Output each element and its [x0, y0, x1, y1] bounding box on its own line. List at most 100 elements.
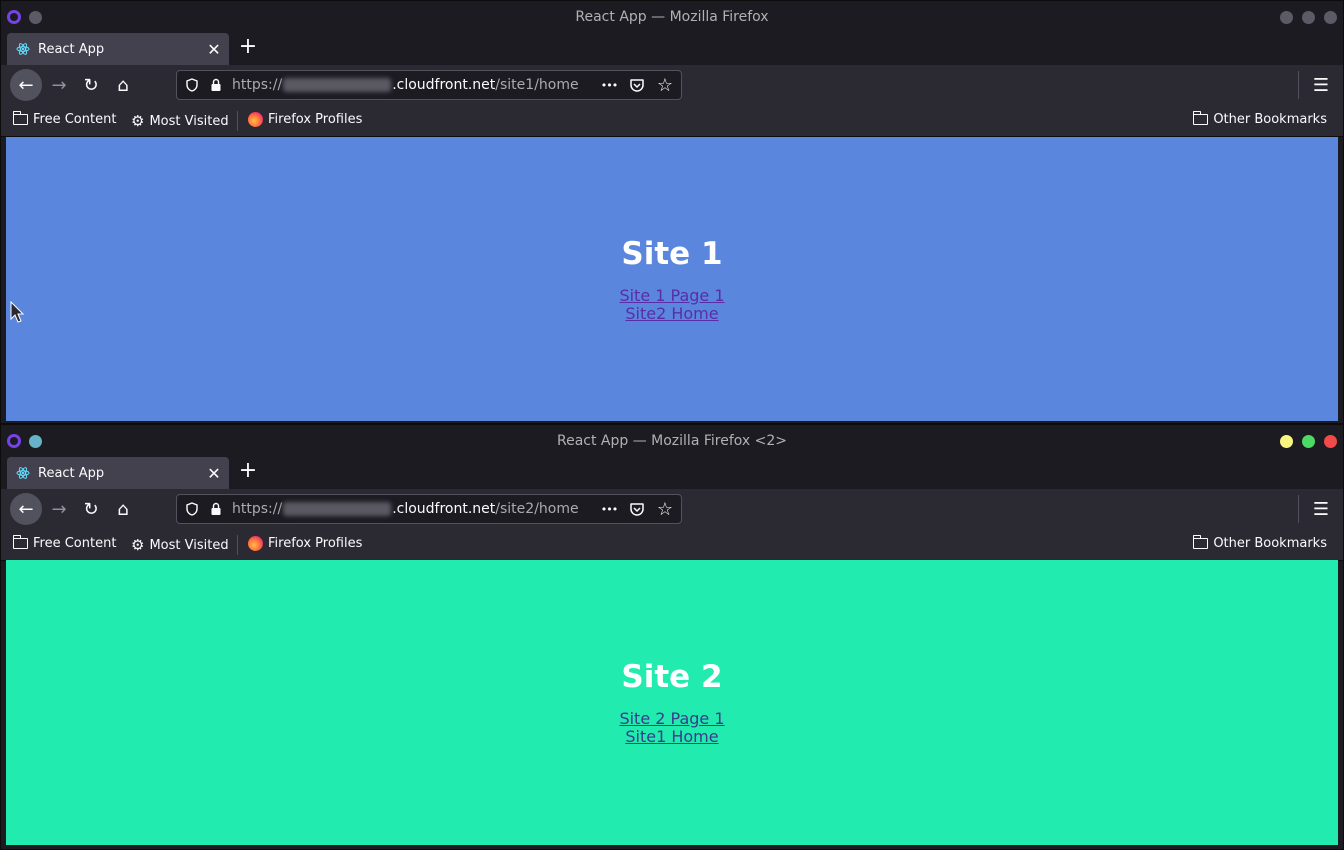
- reload-icon: ↻: [83, 498, 99, 520]
- more-icon[interactable]: •••: [599, 498, 619, 520]
- bookmark-label: Free Content: [33, 112, 117, 127]
- toolbar-separator: [1298, 495, 1299, 523]
- bookmark-label: Other Bookmarks: [1213, 112, 1327, 127]
- tab-title: React App: [38, 465, 105, 481]
- toolbar-separator: [1298, 71, 1299, 99]
- link-site2-page1[interactable]: Site 2 Page 1: [619, 710, 724, 728]
- maximize-button[interactable]: [1302, 11, 1315, 24]
- home-icon: ⌂: [117, 74, 129, 96]
- firefox-logo-icon: [248, 536, 263, 551]
- bookmark-free-content[interactable]: Free Content: [12, 535, 117, 551]
- window-titlebar[interactable]: React App — Mozilla Firefox: [1, 1, 1343, 33]
- page-heading: Site 2: [621, 659, 723, 695]
- url-host: .cloudfront.net: [392, 77, 496, 93]
- bookmark-label: Most Visited: [149, 113, 229, 129]
- pocket-icon[interactable]: [627, 498, 647, 520]
- tab-strip: React App ✕ +: [1, 457, 1343, 489]
- navigation-toolbar: ← → ↻ ⌂ https:// .cloudfront.net /site2/…: [1, 489, 1343, 529]
- folder-icon: [12, 535, 28, 549]
- minimize-button[interactable]: [1280, 11, 1293, 24]
- more-icon[interactable]: •••: [599, 74, 619, 96]
- lock-icon[interactable]: [206, 75, 226, 95]
- close-window-button[interactable]: [1324, 435, 1337, 448]
- back-button[interactable]: ←: [10, 493, 42, 525]
- navigation-toolbar: ← → ↻ ⌂ https:// .cloudfront.net /site1/…: [1, 65, 1343, 105]
- home-button[interactable]: ⌂: [107, 493, 139, 525]
- tab-react-app[interactable]: React App ✕: [7, 457, 229, 489]
- arrow-right-icon: →: [51, 74, 67, 96]
- reload-button[interactable]: ↻: [75, 69, 107, 101]
- bookmarks-toolbar: Free Content ⚙ Most Visited Firefox Prof…: [1, 529, 1343, 561]
- bookmark-label: Most Visited: [149, 537, 229, 553]
- window-titlebar[interactable]: React App — Mozilla Firefox <2>: [1, 425, 1343, 457]
- tab-react-app[interactable]: React App ✕: [7, 33, 229, 65]
- url-text: https:// .cloudfront.net /site1/home: [232, 77, 579, 93]
- mouse-cursor-icon: [10, 301, 25, 323]
- new-tab-button[interactable]: +: [237, 460, 259, 484]
- bookmark-other-bookmarks[interactable]: Other Bookmarks: [1192, 535, 1327, 551]
- bookmark-label: Free Content: [33, 536, 117, 551]
- bookmark-separator: [237, 535, 238, 555]
- hamburger-menu-icon[interactable]: ☰: [1307, 69, 1335, 101]
- bookmark-other-bookmarks[interactable]: Other Bookmarks: [1192, 111, 1327, 127]
- url-scheme: https://: [232, 501, 283, 517]
- link-site1-page1[interactable]: Site 1 Page 1: [619, 286, 724, 305]
- window-title: React App — Mozilla Firefox: [575, 9, 769, 25]
- tab-title: React App: [38, 41, 105, 57]
- url-bar[interactable]: https:// .cloudfront.net /site2/home •••…: [176, 494, 682, 524]
- arrow-right-icon: →: [51, 498, 67, 520]
- bookmark-most-visited[interactable]: ⚙ Most Visited: [131, 536, 229, 554]
- bookmark-label: Firefox Profiles: [268, 112, 363, 127]
- gear-icon: ⚙: [131, 112, 145, 130]
- tab-strip: React App ✕ +: [1, 33, 1343, 65]
- link-site2-home[interactable]: Site2 Home: [625, 304, 718, 323]
- react-icon: [16, 466, 30, 480]
- folder-icon: [1192, 535, 1209, 549]
- bookmark-firefox-profiles[interactable]: Firefox Profiles: [248, 112, 362, 127]
- bookmark-free-content[interactable]: Free Content: [12, 111, 117, 127]
- page-content: Site 2 Site 2 Page 1 Site1 Home: [6, 560, 1338, 845]
- redacted-subdomain: [283, 502, 392, 516]
- forward-button[interactable]: →: [43, 493, 75, 525]
- arrow-left-icon: ←: [18, 74, 34, 96]
- react-icon: [16, 42, 30, 56]
- star-icon[interactable]: ☆: [655, 498, 675, 520]
- tracking-shield-icon[interactable]: [182, 75, 202, 95]
- bookmark-separator: [237, 111, 238, 131]
- firefox-window-site2: React App — Mozilla Firefox <2> React Ap…: [0, 424, 1344, 850]
- bookmark-firefox-profiles[interactable]: Firefox Profiles: [248, 536, 362, 551]
- hamburger-menu-icon[interactable]: ☰: [1307, 493, 1335, 525]
- lock-icon[interactable]: [206, 499, 226, 519]
- close-tab-icon[interactable]: ✕: [203, 40, 225, 59]
- new-tab-button[interactable]: +: [237, 36, 259, 60]
- close-tab-icon[interactable]: ✕: [203, 464, 225, 483]
- url-path: /site2/home: [495, 501, 579, 517]
- tracking-shield-icon[interactable]: [182, 499, 202, 519]
- back-button[interactable]: ←: [10, 69, 42, 101]
- reload-button[interactable]: ↻: [75, 493, 107, 525]
- link-site1-home[interactable]: Site1 Home: [625, 728, 718, 746]
- firefox-logo-icon: [248, 112, 263, 127]
- bookmarks-toolbar: Free Content ⚙ Most Visited Firefox Prof…: [1, 105, 1343, 137]
- pocket-icon[interactable]: [627, 74, 647, 96]
- url-text: https:// .cloudfront.net /site2/home: [232, 501, 579, 517]
- url-bar[interactable]: https:// .cloudfront.net /site1/home •••…: [176, 70, 682, 100]
- url-scheme: https://: [232, 77, 283, 93]
- minimize-button[interactable]: [1280, 435, 1293, 448]
- star-icon[interactable]: ☆: [655, 74, 675, 96]
- maximize-button[interactable]: [1302, 435, 1315, 448]
- gear-icon: ⚙: [131, 536, 145, 554]
- firefox-window-site1: React App — Mozilla Firefox React App ✕ …: [0, 0, 1344, 424]
- folder-icon: [12, 111, 28, 125]
- folder-icon: [1192, 111, 1209, 125]
- home-button[interactable]: ⌂: [107, 69, 139, 101]
- page-content: Site 1 Site 1 Page 1 Site2 Home: [6, 137, 1338, 421]
- redacted-subdomain: [283, 78, 392, 92]
- close-window-button[interactable]: [1324, 11, 1337, 24]
- window-title: React App — Mozilla Firefox <2>: [556, 433, 788, 449]
- url-path: /site1/home: [495, 77, 579, 93]
- reload-icon: ↻: [83, 74, 99, 96]
- forward-button[interactable]: →: [43, 69, 75, 101]
- arrow-left-icon: ←: [18, 498, 34, 520]
- bookmark-most-visited[interactable]: ⚙ Most Visited: [131, 112, 229, 130]
